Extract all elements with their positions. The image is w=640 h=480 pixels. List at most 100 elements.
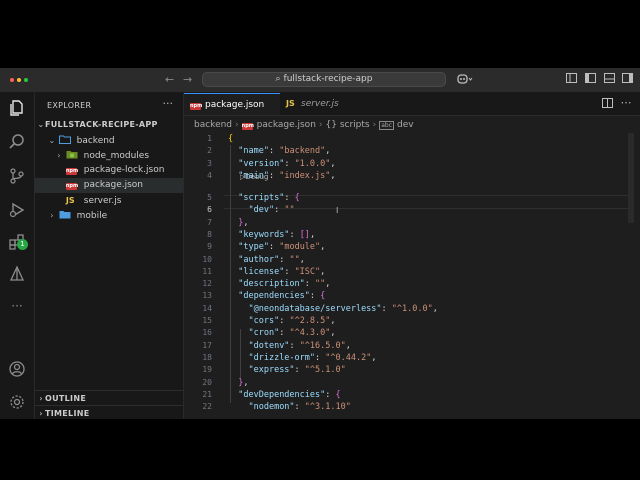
javascript-file-icon: JS	[286, 99, 295, 108]
command-center-search[interactable]: ⌕ fullstack-recipe-app	[202, 72, 446, 87]
workspace-root-folder[interactable]: ⌄FULLSTACK-RECIPE-APP	[35, 117, 183, 132]
run-debug-icon[interactable]	[6, 199, 28, 221]
string-symbol-icon: abc	[379, 121, 395, 130]
line-number: 1	[207, 134, 212, 143]
workspace-root-label: FULLSTACK-RECIPE-APP	[45, 120, 158, 129]
breadcrumb-key[interactable]: dev	[397, 120, 414, 130]
tree-item-mobile[interactable]: › mobile	[35, 208, 183, 223]
toggle-primary-sidebar-icon[interactable]	[584, 73, 596, 85]
tree-item-label: node_modules	[83, 151, 150, 161]
close-window-button[interactable]	[10, 78, 14, 82]
breadcrumb-folder[interactable]: backend	[194, 120, 232, 130]
command-center-title: fullstack-recipe-app	[283, 74, 373, 84]
code-line: "cron": "^4.3.0",	[248, 328, 336, 339]
npm-file-icon: npm	[65, 168, 79, 175]
minimize-window-button[interactable]	[17, 78, 21, 82]
line-number: 20	[202, 377, 212, 387]
outline-label: OUTLINE	[45, 394, 87, 403]
code-line: "cors": "^2.8.5",	[248, 316, 336, 326]
code-line: "name": "backend",	[238, 146, 331, 157]
code-line: },	[238, 217, 249, 228]
npm-file-icon: npm	[65, 183, 79, 190]
timeline-section-header[interactable]: › TIMELINE	[35, 405, 183, 419]
toggle-secondary-sidebar-icon[interactable]	[621, 73, 633, 85]
scrollbar[interactable]	[628, 133, 634, 223]
line-number: 15	[202, 316, 212, 325]
settings-gear-icon[interactable]	[6, 391, 28, 413]
editor-more-actions-icon[interactable]: ⋯	[620, 97, 632, 109]
breadcrumb-file[interactable]: package.json	[257, 120, 316, 130]
line-number: 12	[202, 279, 212, 289]
breadcrumb: backend › npm package.json ›{} scripts › abc de…	[194, 120, 414, 130]
tab-server-js[interactable]: JS server.js	[280, 93, 360, 115]
code-line: "dependencies": {	[238, 291, 326, 302]
line-number: 14	[202, 303, 212, 313]
chevron-right-icon: ›	[50, 211, 54, 220]
code-editor[interactable]: 1 2 3 4 5 6 7 8 9 10 11 12 13 14 15 16 17 18 19 20 21 22 ▷Deb…	[184, 133, 640, 419]
code-line: "scripts": {	[238, 193, 300, 203]
code-line: "type": "module",	[238, 242, 326, 253]
source-control-icon[interactable]	[6, 165, 28, 187]
code-line: "devDependencies": {	[238, 389, 341, 400]
code-line: "version": "1.0.0",	[238, 158, 336, 169]
line-number: 21	[202, 389, 212, 399]
copilot-icon[interactable]	[457, 73, 473, 85]
code-line: "express": "^5.1.0"	[248, 365, 346, 376]
remote-icon[interactable]	[6, 263, 28, 285]
tree-item-backend[interactable]: ⌄ backend	[35, 133, 183, 148]
tab-label: package.json	[205, 100, 265, 110]
line-number: 22	[202, 402, 212, 412]
code-line: },	[238, 377, 249, 388]
back-arrow-icon[interactable]: ←	[165, 73, 174, 87]
chevron-down-icon: ⌄	[37, 120, 45, 129]
account-icon[interactable]	[6, 358, 28, 380]
tree-item-package-json[interactable]: npm package.json	[35, 178, 183, 193]
code-line: "author": "",	[238, 254, 305, 265]
line-number: 13	[202, 291, 212, 301]
editor-tab-bar: npm package.json JS server.js ⋯	[184, 93, 640, 116]
line-number: 18	[202, 352, 212, 362]
line-number: 9	[207, 242, 212, 252]
extensions-badge: 1	[17, 239, 28, 250]
customize-layout-icon[interactable]	[565, 73, 577, 85]
search-icon: ⌕	[275, 74, 281, 84]
code-line: "license": "ISC",	[238, 266, 326, 277]
tree-item-server-js[interactable]: JS server.js	[35, 193, 183, 208]
chevron-right-icon: ›	[57, 151, 61, 160]
chevron-down-icon: ⌄	[48, 136, 56, 145]
tree-item-node-modules[interactable]: › node_modules	[35, 148, 183, 163]
explorer-sidebar: EXPLORER ··· ⌄FULLSTACK-RECIPE-APP ⌄ bac…	[35, 93, 184, 419]
tree-item-package-lock-json[interactable]: npm package-lock.json	[35, 163, 183, 178]
sidebar-more-actions-icon[interactable]: ···	[163, 97, 174, 110]
explorer-icon[interactable]	[6, 97, 28, 119]
line-number: 3	[207, 158, 212, 168]
split-editor-icon[interactable]	[601, 98, 613, 110]
code-line: "nodemon": "^3.1.10"	[248, 402, 351, 413]
npm-file-icon: npm	[241, 123, 254, 130]
folder-open-icon	[58, 135, 71, 144]
editor-area: npm package.json JS server.js ⋯ backend › np…	[184, 93, 640, 419]
line-number: 19	[202, 365, 212, 375]
folder-icon	[59, 211, 71, 219]
outline-section-header[interactable]: › OUTLINE	[35, 390, 183, 406]
tree-item-label: server.js	[83, 196, 122, 206]
line-number: 5	[207, 193, 212, 202]
breadcrumb-section[interactable]: {} scripts	[326, 120, 370, 130]
code-line: "dev": ""	[248, 205, 295, 216]
code-line: "main": "index.js",	[238, 170, 336, 181]
more-icon[interactable]: ···	[6, 295, 28, 317]
line-number: 17	[202, 340, 212, 350]
zoom-window-button[interactable]	[24, 78, 28, 82]
javascript-file-icon: JS	[65, 196, 75, 205]
activity-bar: 1 ···	[0, 93, 35, 419]
line-number: 10	[202, 254, 212, 264]
tab-label: server.js	[301, 99, 339, 109]
search-icon[interactable]	[6, 131, 28, 153]
tab-package-json[interactable]: npm package.json	[184, 93, 280, 115]
toggle-panel-icon[interactable]	[603, 73, 615, 85]
code-line: {	[228, 134, 234, 144]
tree-item-label: package.json	[83, 180, 144, 190]
timeline-label: TIMELINE	[45, 409, 90, 418]
code-line: "keywords": [],	[238, 229, 316, 240]
forward-arrow-icon[interactable]: →	[183, 73, 192, 87]
